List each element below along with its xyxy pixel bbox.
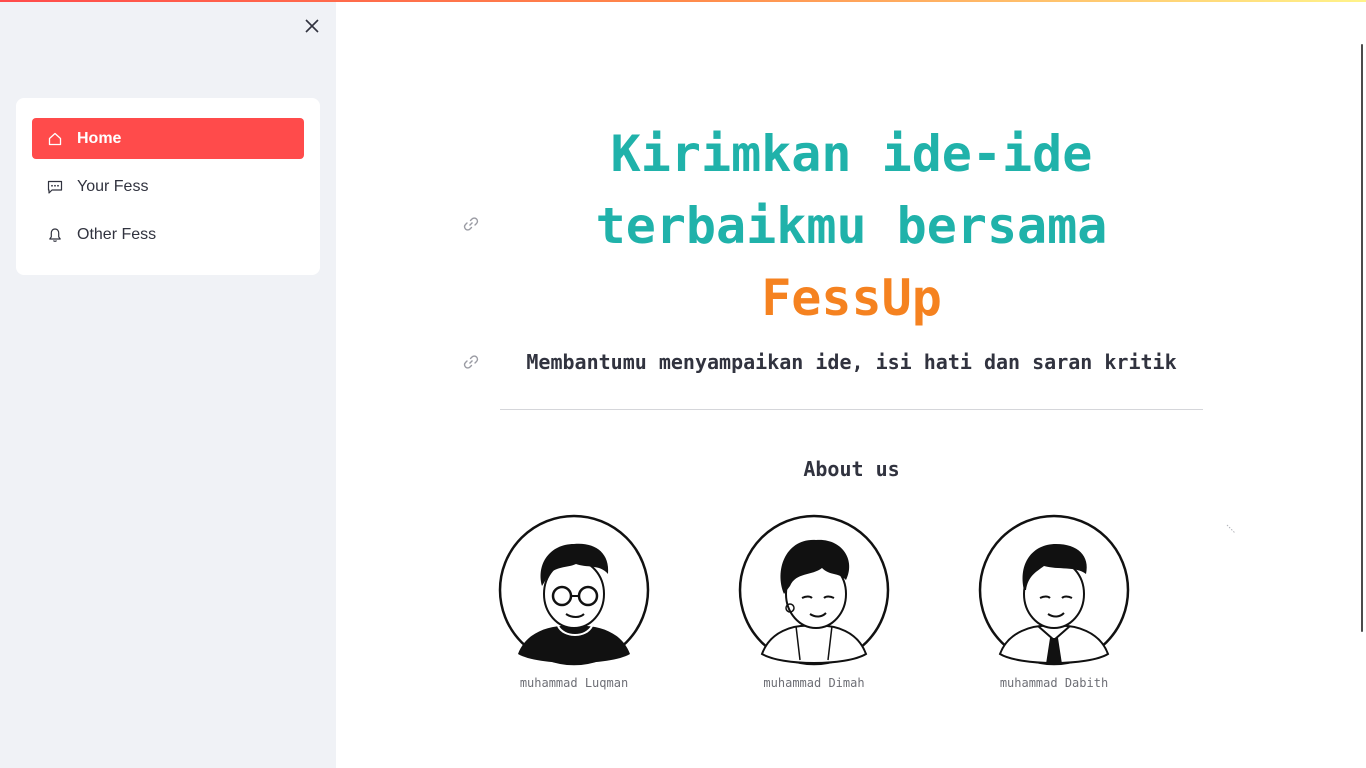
member-name: muhammad Dimah: [763, 676, 865, 690]
hero-title-line: Kirimkan ide-ide: [610, 125, 1093, 183]
hero-title: Kirimkan ide-ide terbaikmu bersama FessU…: [500, 118, 1203, 334]
member-card: muhammad Dimah: [734, 514, 894, 690]
nav-item-label: Your Fess: [77, 177, 149, 195]
close-sidebar-button[interactable]: [301, 15, 323, 37]
anchor-link-icon[interactable]: [462, 353, 480, 371]
avatar: [498, 514, 650, 666]
divider: [500, 409, 1203, 410]
chat-icon: [46, 178, 64, 196]
nav-item-label: Home: [77, 129, 122, 147]
nav-item-your-fess[interactable]: Your Fess: [32, 166, 304, 207]
about-title: About us: [803, 457, 900, 481]
nav-item-home[interactable]: Home: [32, 118, 304, 159]
hero-title-line: terbaikmu bersama: [595, 197, 1108, 255]
nav-menu: Home Your Fess Other Fess: [16, 98, 320, 275]
anchor-link-icon[interactable]: [462, 215, 480, 233]
member-name: muhammad Dabith: [999, 676, 1109, 690]
home-icon: [46, 130, 64, 148]
member-name: muhammad Luqman: [519, 676, 629, 690]
close-icon: [305, 19, 319, 33]
hero-subtitle: Membantumu menyampaikan ide, isi hati da…: [526, 350, 1177, 374]
nav-item-other-fess[interactable]: Other Fess: [32, 214, 304, 255]
bell-icon: [46, 226, 64, 244]
sidebar: Home Your Fess Other Fess: [0, 0, 336, 768]
member-card: muhammad Dabith: [974, 514, 1134, 690]
nav-item-label: Other Fess: [77, 225, 157, 243]
top-decoration-bar: [0, 0, 1366, 2]
brand-name: FessUp: [761, 269, 942, 327]
resize-handle-icon[interactable]: [1226, 524, 1236, 534]
member-card: muhammad Luqman: [494, 514, 654, 690]
scrollbar[interactable]: [1361, 44, 1363, 632]
avatar: [738, 514, 890, 666]
avatar: [978, 514, 1130, 666]
